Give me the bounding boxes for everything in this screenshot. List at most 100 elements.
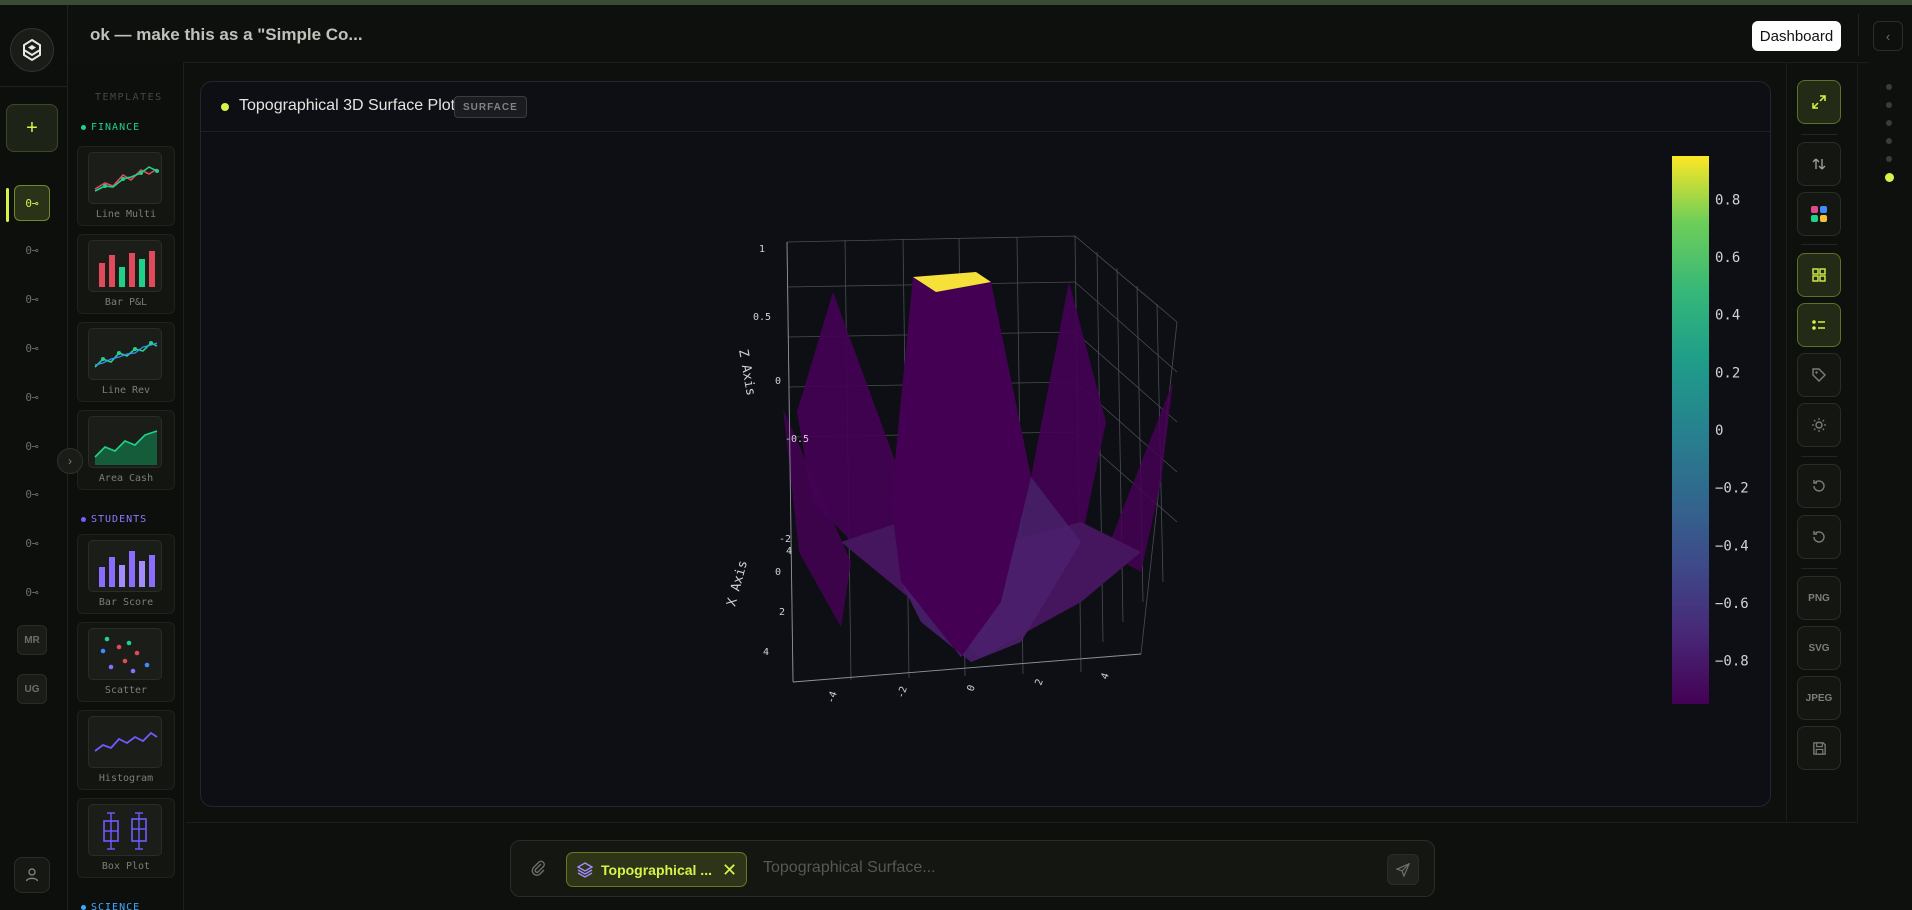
surface-scene [783, 235, 1178, 683]
colorbar-tick: 0.2 [1715, 365, 1740, 381]
header-divider [1858, 14, 1859, 56]
section-label: STUDENTS [91, 514, 148, 525]
line-chart-thumbnail [88, 152, 162, 204]
x-tick: 4 [786, 546, 792, 557]
top-accent-line [0, 0, 1912, 5]
section-dot [81, 905, 86, 910]
page-dot-active[interactable] [1885, 173, 1894, 182]
colorbar-tick: −0.8 [1715, 654, 1749, 670]
template-label: Line Rev [101, 385, 151, 396]
export-svg-button[interactable]: SVG [1797, 626, 1841, 670]
undo-icon [1813, 480, 1825, 492]
new-chat-button[interactable]: + [6, 104, 58, 152]
send-button[interactable] [1387, 854, 1419, 885]
history-item[interactable]: 0⊸ [17, 284, 47, 314]
colorbar-tick: 0.4 [1715, 308, 1740, 324]
template-line-multi[interactable]: Line Multi [77, 146, 175, 226]
template-label: Bar Score [98, 597, 154, 608]
user-initials-ug[interactable]: UG [17, 674, 47, 704]
context-chip[interactable]: Topographical ... ✕ [566, 852, 747, 887]
z-tick: 0 [775, 376, 781, 387]
grid-toggle-button[interactable] [1797, 253, 1841, 297]
reset-button[interactable] [1797, 515, 1841, 559]
key-icon: 0⊸ [25, 536, 39, 550]
key-icon: 0⊸ [25, 487, 39, 501]
collapse-panel-button[interactable]: ‹ [1873, 21, 1903, 51]
theme-button[interactable] [1797, 403, 1841, 447]
layers-icon [577, 862, 593, 878]
expand-icon [1812, 95, 1826, 109]
rail-divider [0, 86, 68, 87]
colorbar-tick: 0 [1715, 423, 1723, 439]
template-area-cash[interactable]: Area Cash [77, 410, 175, 490]
chevron-right-icon: › [68, 454, 72, 468]
list-icon [1812, 320, 1825, 330]
toolbar-divider [1801, 134, 1837, 135]
template-histogram[interactable]: Histogram [77, 710, 175, 790]
x-tick: 0 [775, 567, 781, 578]
template-label: Scatter [104, 685, 148, 696]
color-palette-button[interactable] [1797, 192, 1841, 236]
template-box-plot[interactable]: Box Plot [77, 798, 175, 878]
scatter-thumbnail [88, 628, 162, 680]
section-finance: FINANCE [81, 122, 140, 133]
labels-button[interactable] [1797, 353, 1841, 397]
save-button[interactable] [1797, 726, 1841, 770]
legend-toggle-button[interactable] [1797, 303, 1841, 347]
expand-sidebar-button[interactable]: › [57, 448, 83, 474]
export-jpeg-button[interactable]: JPEG [1797, 676, 1841, 720]
toolbar-divider [1801, 568, 1837, 569]
template-label: Box Plot [101, 861, 151, 872]
history-item[interactable]: 0⊸ [17, 577, 47, 607]
history-item[interactable]: 0⊸ [17, 431, 47, 461]
page-dot[interactable] [1886, 102, 1892, 108]
app-logo[interactable] [10, 28, 54, 72]
page-dot[interactable] [1886, 156, 1892, 162]
history-item[interactable]: 0⊸ [17, 382, 47, 412]
undo-button[interactable] [1797, 464, 1841, 508]
palette-icon [1811, 206, 1827, 222]
z-tick: -0.5 [785, 434, 809, 445]
history-item[interactable]: 0⊸ [17, 333, 47, 363]
template-bar-score[interactable]: Bar Score [77, 534, 175, 614]
histogram-thumbnail [88, 716, 162, 768]
user-initials-mr[interactable]: MR [17, 625, 47, 655]
attach-button[interactable] [529, 859, 549, 879]
export-png-button[interactable]: PNG [1797, 576, 1841, 620]
swap-icon [1812, 158, 1826, 170]
history-item[interactable]: 0⊸ [17, 235, 47, 265]
template-line-rev[interactable]: Line Rev [77, 322, 175, 402]
save-icon [1812, 741, 1826, 755]
profile-button[interactable] [14, 857, 50, 893]
y-tick: 0 [965, 684, 977, 693]
surface-plot[interactable]: 1 0.5 0 -0.5 4 2 0 -2 4 -4 -2 0 2 4 Z Ax… [201, 82, 1771, 807]
template-bar-pl[interactable]: Bar P&L [77, 234, 175, 314]
templates-heading: TEMPLATES [95, 92, 163, 103]
fullscreen-button[interactable] [1797, 80, 1841, 124]
key-icon: 0⊸ [25, 292, 39, 306]
send-icon [1396, 862, 1410, 877]
page-dot[interactable] [1886, 120, 1892, 126]
history-item[interactable]: 0⊸ [17, 528, 47, 558]
reset-icon [1813, 531, 1825, 543]
remove-chip-close-icon[interactable]: ✕ [722, 860, 737, 881]
paperclip-icon [531, 860, 545, 876]
y-tick: -2 [895, 685, 909, 700]
chip-label: Topographical ... [601, 862, 712, 878]
history-item[interactable]: 0⊸ [17, 479, 47, 509]
toolbar-divider [1801, 244, 1837, 245]
page-dot[interactable] [1886, 84, 1892, 90]
colorbar-tick: −0.2 [1715, 481, 1749, 497]
template-scatter[interactable]: Scatter [77, 622, 175, 702]
message-input[interactable]: Topographical Surface... [763, 859, 936, 877]
conversation-title: ok — make this as a "Simple Co... [90, 25, 363, 44]
section-dot [81, 125, 86, 130]
page-dot[interactable] [1886, 138, 1892, 144]
right-toolbar: PNG SVG JPEG [1786, 62, 1858, 822]
swap-axes-button[interactable] [1797, 142, 1841, 186]
dashboard-button[interactable]: Dashboard [1752, 21, 1841, 51]
toolbar-divider [1801, 456, 1837, 457]
key-icon: 0⊸ [25, 439, 39, 453]
z-tick: 0.5 [753, 312, 771, 323]
history-item-active[interactable]: 0⊸ [14, 185, 50, 221]
